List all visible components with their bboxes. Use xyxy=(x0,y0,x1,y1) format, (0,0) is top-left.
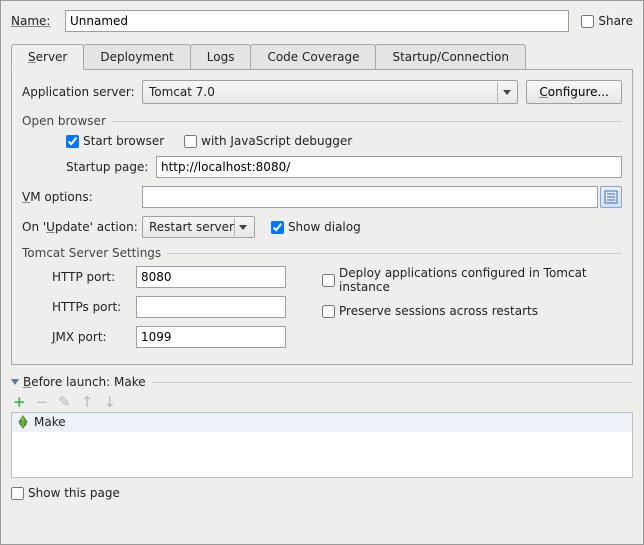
section-divider xyxy=(152,382,633,383)
share-checkbox-box[interactable] xyxy=(581,15,594,28)
before-launch-header[interactable]: Before launch: Make xyxy=(11,375,633,389)
show-dialog-checkbox[interactable]: Show dialog xyxy=(271,220,361,234)
update-action-dropdown[interactable]: Restart server xyxy=(142,216,255,238)
section-divider xyxy=(112,121,622,122)
tab-server-content: Application server: Tomcat 7.0 Configure… xyxy=(11,69,633,365)
before-launch-list[interactable]: 01 Make xyxy=(11,412,633,478)
before-launch-title: Before launch: Make xyxy=(23,375,146,389)
vm-options-input[interactable] xyxy=(142,186,598,208)
make-icon: 01 xyxy=(16,415,30,429)
open-browser-section: Open browser xyxy=(22,114,622,128)
list-item-label: Make xyxy=(34,415,66,429)
js-debugger-checkbox[interactable]: with JavaScript debugger xyxy=(184,134,352,148)
start-browser-box[interactable] xyxy=(66,135,79,148)
application-server-dropdown[interactable]: Tomcat 7.0 xyxy=(142,80,518,104)
start-browser-checkbox[interactable]: Start browser xyxy=(66,134,164,148)
js-debugger-box[interactable] xyxy=(184,135,197,148)
show-this-page-checkbox[interactable]: Show this page xyxy=(11,486,120,500)
tab-server[interactable]: Server xyxy=(11,44,84,70)
ports-column: HTTP port: HTTPs port: JMX port: xyxy=(22,266,286,356)
deploy-apps-label: Deploy applications configured in Tomcat… xyxy=(339,266,622,294)
tab-code-coverage[interactable]: Code Coverage xyxy=(250,44,376,69)
footer: Show this page xyxy=(11,486,633,500)
https-port-label: HTTPs port: xyxy=(52,300,136,314)
js-debugger-label: with JavaScript debugger xyxy=(201,134,352,148)
configure-button[interactable]: Configure... xyxy=(526,80,622,104)
tab-bar: Server Deployment Logs Code Coverage Sta… xyxy=(11,44,633,69)
startup-page-input[interactable] xyxy=(156,156,622,178)
run-config-editor: Name: Share Server Deployment Logs Code … xyxy=(0,0,644,545)
tomcat-settings-title: Tomcat Server Settings xyxy=(22,246,161,260)
tab-startup-connection[interactable]: Startup/Connection xyxy=(375,44,525,69)
update-action-label: On 'Update' action: xyxy=(22,220,138,234)
open-browser-body: Start browser with JavaScript debugger S… xyxy=(22,134,622,178)
deploy-column: Deploy applications configured in Tomcat… xyxy=(322,266,622,356)
add-icon[interactable]: + xyxy=(13,395,26,410)
collapse-icon xyxy=(11,379,19,385)
section-divider xyxy=(167,253,622,254)
show-this-page-box[interactable] xyxy=(11,487,24,500)
tomcat-settings-section: Tomcat Server Settings xyxy=(22,246,622,260)
share-checkbox[interactable]: Share xyxy=(581,14,633,28)
svg-text:01: 01 xyxy=(19,420,27,427)
vm-options-label: VM options: xyxy=(22,190,138,204)
vm-options-row: VM options: xyxy=(22,186,622,208)
https-port-input[interactable] xyxy=(136,296,286,318)
jmx-port-input[interactable] xyxy=(136,326,286,348)
update-action-row: On 'Update' action: Restart server Show … xyxy=(22,216,622,238)
chevron-down-icon xyxy=(497,82,515,102)
update-action-selected: Restart server xyxy=(149,220,234,234)
preserve-sessions-box[interactable] xyxy=(322,305,335,318)
move-down-icon[interactable]: ↓ xyxy=(103,395,116,410)
name-row: Name: Share xyxy=(11,10,633,32)
remove-icon[interactable]: − xyxy=(36,395,49,410)
show-dialog-label: Show dialog xyxy=(288,220,361,234)
application-server-row: Application server: Tomcat 7.0 Configure… xyxy=(22,80,622,104)
http-port-label: HTTP port: xyxy=(52,270,136,284)
chevron-down-icon xyxy=(234,218,252,236)
expand-editor-icon[interactable] xyxy=(600,186,622,208)
show-this-page-label: Show this page xyxy=(28,486,120,500)
preserve-sessions-label: Preserve sessions across restarts xyxy=(339,304,538,318)
deploy-apps-box[interactable] xyxy=(322,274,335,287)
share-label: Share xyxy=(598,14,633,28)
before-launch-toolbar: + − ✎ ↑ ↓ xyxy=(13,395,633,410)
name-label: Name: xyxy=(11,14,61,28)
move-up-icon[interactable]: ↑ xyxy=(81,395,94,410)
jmx-port-label: JMX port: xyxy=(52,330,136,344)
start-browser-label: Start browser xyxy=(83,134,164,148)
show-dialog-box[interactable] xyxy=(271,221,284,234)
application-server-selected: Tomcat 7.0 xyxy=(149,85,215,99)
before-launch-section: Before launch: Make + − ✎ ↑ ↓ 01 Make xyxy=(11,375,633,478)
deploy-apps-checkbox[interactable]: Deploy applications configured in Tomcat… xyxy=(322,266,622,294)
tab-deployment[interactable]: Deployment xyxy=(83,44,190,69)
preserve-sessions-checkbox[interactable]: Preserve sessions across restarts xyxy=(322,304,622,318)
list-item[interactable]: 01 Make xyxy=(12,413,632,432)
startup-page-label: Startup page: xyxy=(66,160,156,174)
http-port-input[interactable] xyxy=(136,266,286,288)
name-input[interactable] xyxy=(65,10,569,32)
tab-logs[interactable]: Logs xyxy=(190,44,252,69)
application-server-label: Application server: xyxy=(22,85,138,99)
open-browser-title: Open browser xyxy=(22,114,106,128)
edit-icon[interactable]: ✎ xyxy=(58,395,71,410)
